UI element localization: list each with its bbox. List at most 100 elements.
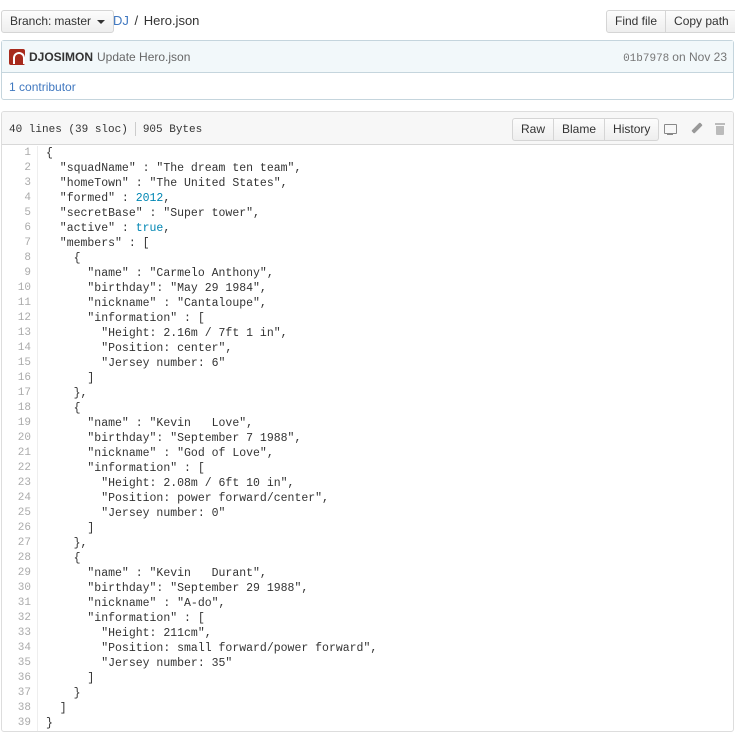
code-line: 2 "squadName" : "The dream ten team", <box>2 161 733 176</box>
code-line: 9 "name" : "Carmelo Anthony", <box>2 266 733 281</box>
code-line: 21 "nickname" : "God of Love", <box>2 446 733 461</box>
history-button[interactable]: History <box>605 118 660 141</box>
commit-sha-link[interactable]: 01b7978 <box>623 53 669 65</box>
line-content: "Position: small forward/power forward", <box>46 642 378 655</box>
line-content: ] <box>46 522 95 535</box>
code-line: 7 "members" : [ <box>2 236 733 251</box>
line-number[interactable]: 35 <box>2 656 38 671</box>
line-number[interactable]: 26 <box>2 521 38 536</box>
line-number[interactable]: 32 <box>2 611 38 626</box>
blame-button[interactable]: Blame <box>554 118 606 141</box>
branch-select-button[interactable]: Branch: master <box>1 10 115 33</box>
line-content: "birthday": "May 29 1984", <box>46 282 267 295</box>
line-number[interactable]: 33 <box>2 626 38 641</box>
code-line: 10 "birthday": "May 29 1984", <box>2 281 733 296</box>
code-line: 29 "name" : "Kevin Durant", <box>2 566 733 581</box>
line-content: "Position: center", <box>46 342 233 355</box>
line-content: "members" : [ <box>46 237 150 250</box>
line-number[interactable]: 10 <box>2 281 38 296</box>
line-content: ] <box>46 372 95 385</box>
line-content: { <box>46 147 53 160</box>
line-content: "birthday": "September 29 1988", <box>46 582 309 595</box>
line-number[interactable]: 28 <box>2 551 38 566</box>
line-number[interactable]: 29 <box>2 566 38 581</box>
code-line: 1{ <box>2 146 733 161</box>
code-line: 24 "Position: power forward/center", <box>2 491 733 506</box>
line-number[interactable]: 23 <box>2 476 38 491</box>
line-number[interactable]: 16 <box>2 371 38 386</box>
file-info: 40 lines (39 sloc) 905 Bytes <box>9 122 202 136</box>
line-number[interactable]: 39 <box>2 716 38 731</box>
line-content: "name" : "Carmelo Anthony", <box>46 267 274 280</box>
line-number[interactable]: 31 <box>2 596 38 611</box>
branch-name: master <box>54 14 92 28</box>
avatar[interactable] <box>9 48 25 65</box>
file-top-actions: Find file Copy path <box>606 10 735 33</box>
commit-date: on Nov 23 <box>672 50 727 64</box>
code-line: 27 }, <box>2 536 733 551</box>
line-number[interactable]: 13 <box>2 326 38 341</box>
line-number[interactable]: 8 <box>2 251 38 266</box>
line-content: } <box>46 687 81 700</box>
latest-commit-row: DJOSIMON Update Hero.json 01b7978 on Nov … <box>2 41 733 73</box>
line-number[interactable]: 7 <box>2 236 38 251</box>
copy-path-button[interactable]: Copy path <box>666 10 735 33</box>
breadcrumb-root-link[interactable]: DJ <box>113 13 129 28</box>
line-number[interactable]: 11 <box>2 296 38 311</box>
line-content: }, <box>46 537 88 550</box>
line-number[interactable]: 20 <box>2 431 38 446</box>
line-number[interactable]: 24 <box>2 491 38 506</box>
pencil-icon[interactable] <box>689 122 703 136</box>
commit-meta: 01b7978 on Nov 23 <box>623 50 727 65</box>
code-line: 23 "Height: 2.08m / 6ft 10 in", <box>2 476 733 491</box>
line-number[interactable]: 1 <box>2 146 38 161</box>
contributors-row[interactable]: 1 contributor <box>2 73 733 100</box>
line-number[interactable]: 19 <box>2 416 38 431</box>
line-content: "birthday": "September 7 1988", <box>46 432 302 445</box>
code-line: 4 "formed" : 2012, <box>2 191 733 206</box>
code-line: 14 "Position: center", <box>2 341 733 356</box>
file-size: 905 Bytes <box>142 123 203 136</box>
line-number[interactable]: 27 <box>2 536 38 551</box>
code-line: 34 "Position: small forward/power forwar… <box>2 641 733 656</box>
line-number[interactable]: 34 <box>2 641 38 656</box>
line-content: "squadName" : "The dream ten team", <box>46 162 302 175</box>
code-line: 20 "birthday": "September 7 1988", <box>2 431 733 446</box>
line-number[interactable]: 12 <box>2 311 38 326</box>
line-number[interactable]: 9 <box>2 266 38 281</box>
desktop-icon[interactable] <box>663 122 677 136</box>
file-info-divider <box>134 122 136 136</box>
line-content: "nickname" : "A-do", <box>46 597 226 610</box>
line-number[interactable]: 37 <box>2 686 38 701</box>
find-file-button[interactable]: Find file <box>606 10 667 33</box>
line-number[interactable]: 21 <box>2 446 38 461</box>
line-number[interactable]: 4 <box>2 191 38 206</box>
line-number[interactable]: 14 <box>2 341 38 356</box>
line-number[interactable]: 3 <box>2 176 38 191</box>
line-number[interactable]: 38 <box>2 701 38 716</box>
contributor-label[interactable]: contributor <box>19 80 76 94</box>
line-number[interactable]: 15 <box>2 356 38 371</box>
line-content: }, <box>46 387 88 400</box>
line-number[interactable]: 5 <box>2 206 38 221</box>
line-number[interactable]: 36 <box>2 671 38 686</box>
trash-icon[interactable] <box>713 122 727 136</box>
code-line: 6 "active" : true, <box>2 221 733 236</box>
raw-button[interactable]: Raw <box>512 118 555 141</box>
line-content: "information" : [ <box>46 312 205 325</box>
code-view: 1{2 "squadName" : "The dream ten team", 3… <box>2 145 733 731</box>
line-number[interactable]: 6 <box>2 221 38 236</box>
line-number[interactable]: 2 <box>2 161 38 176</box>
line-content: "name" : "Kevin Love", <box>46 417 254 430</box>
code-line: 30 "birthday": "September 29 1988", <box>2 581 733 596</box>
line-number[interactable]: 30 <box>2 581 38 596</box>
line-number[interactable]: 22 <box>2 461 38 476</box>
chevron-down-icon <box>97 19 106 24</box>
commit-message-link[interactable]: Update Hero.json <box>97 50 190 64</box>
contributor-count[interactable]: 1 <box>9 80 16 94</box>
line-content: "information" : [ <box>46 462 205 475</box>
line-number[interactable]: 17 <box>2 386 38 401</box>
line-number[interactable]: 18 <box>2 401 38 416</box>
commit-author-link[interactable]: DJOSIMON <box>29 50 93 64</box>
line-number[interactable]: 25 <box>2 506 38 521</box>
